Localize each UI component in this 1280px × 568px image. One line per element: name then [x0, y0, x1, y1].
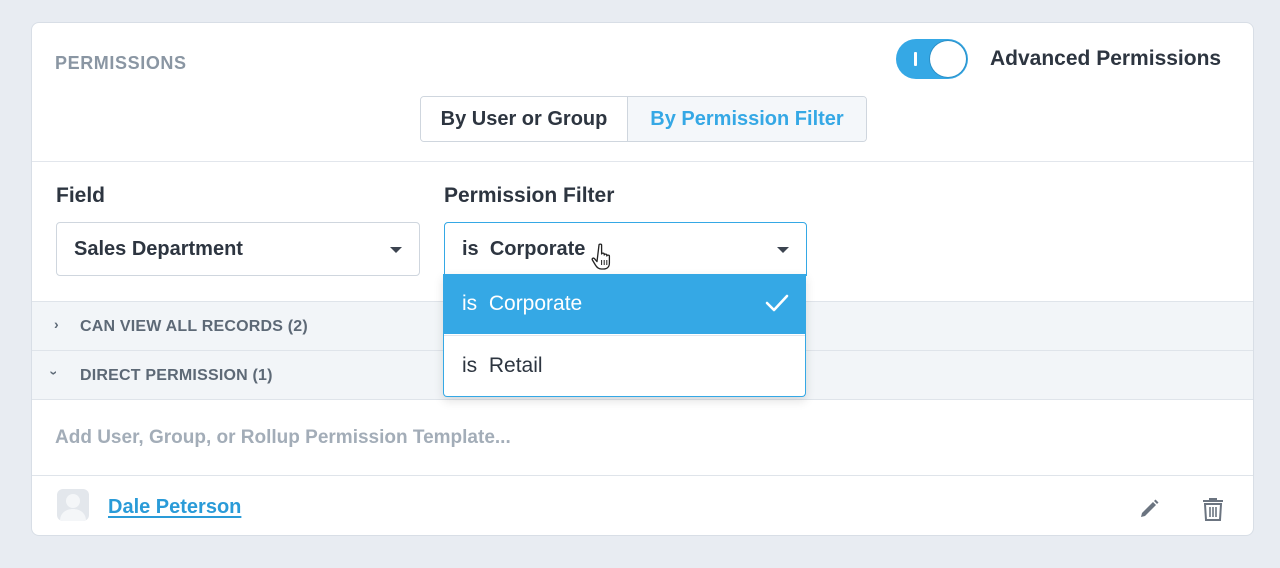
hand-pointer-icon	[591, 243, 611, 270]
section-label: DIRECT PERMISSION (1)	[80, 367, 273, 384]
user-icon	[60, 494, 86, 521]
list-item: Dale Peterson	[32, 475, 1253, 538]
chevron-down-icon	[390, 247, 402, 253]
chevron-right-icon: ›	[54, 316, 59, 332]
permissions-title: PERMISSIONS	[55, 53, 187, 73]
user-name-link[interactable]: Dale Peterson	[108, 496, 241, 519]
trash-icon[interactable]	[1202, 496, 1224, 522]
section-label: CAN VIEW ALL RECORDS (2)	[80, 318, 308, 335]
permission-filter-select[interactable]: is Corporate	[444, 222, 807, 276]
field-select[interactable]: Sales Department	[56, 222, 420, 276]
advanced-permissions-label: Advanced Permissions	[990, 47, 1222, 70]
toggle-on-indicator	[914, 52, 917, 66]
avatar	[57, 489, 89, 521]
pencil-icon[interactable]	[1138, 498, 1160, 520]
toggle-knob	[930, 41, 966, 77]
field-label: Field	[56, 184, 106, 207]
tab-by-user-or-group[interactable]: By User or Group	[421, 97, 628, 141]
header-divider	[32, 161, 1253, 162]
option-label: is Corporate	[462, 292, 582, 316]
filter-prefix: is	[462, 238, 479, 260]
field-select-value: Sales Department	[74, 238, 243, 260]
advanced-permissions-toggle[interactable]	[896, 39, 968, 79]
option-corporate[interactable]: is Corporate	[444, 274, 805, 334]
tab-by-permission-filter[interactable]: By Permission Filter	[628, 97, 866, 141]
option-prefix: is	[462, 354, 478, 377]
chevron-down-icon	[777, 247, 789, 253]
option-prefix: is	[462, 292, 478, 315]
add-permission-input[interactable]: Add User, Group, or Rollup Permission Te…	[32, 399, 1253, 476]
option-value: Corporate	[488, 292, 583, 315]
option-label: is Retail	[462, 354, 543, 378]
permission-filter-dropdown: is Corporate is Retail	[443, 274, 806, 397]
filter-value: Corporate	[489, 238, 586, 260]
permission-filter-label: Permission Filter	[444, 184, 615, 207]
checkmark-icon	[765, 294, 789, 312]
chevron-down-icon: ›	[46, 370, 63, 376]
add-permission-placeholder: Add User, Group, or Rollup Permission Te…	[55, 427, 511, 448]
permission-filter-select-value: is Corporate	[462, 238, 585, 261]
option-retail[interactable]: is Retail	[444, 335, 805, 396]
permission-mode-tabs: By User or Group By Permission Filter	[420, 96, 867, 142]
option-value: Retail	[488, 354, 543, 377]
